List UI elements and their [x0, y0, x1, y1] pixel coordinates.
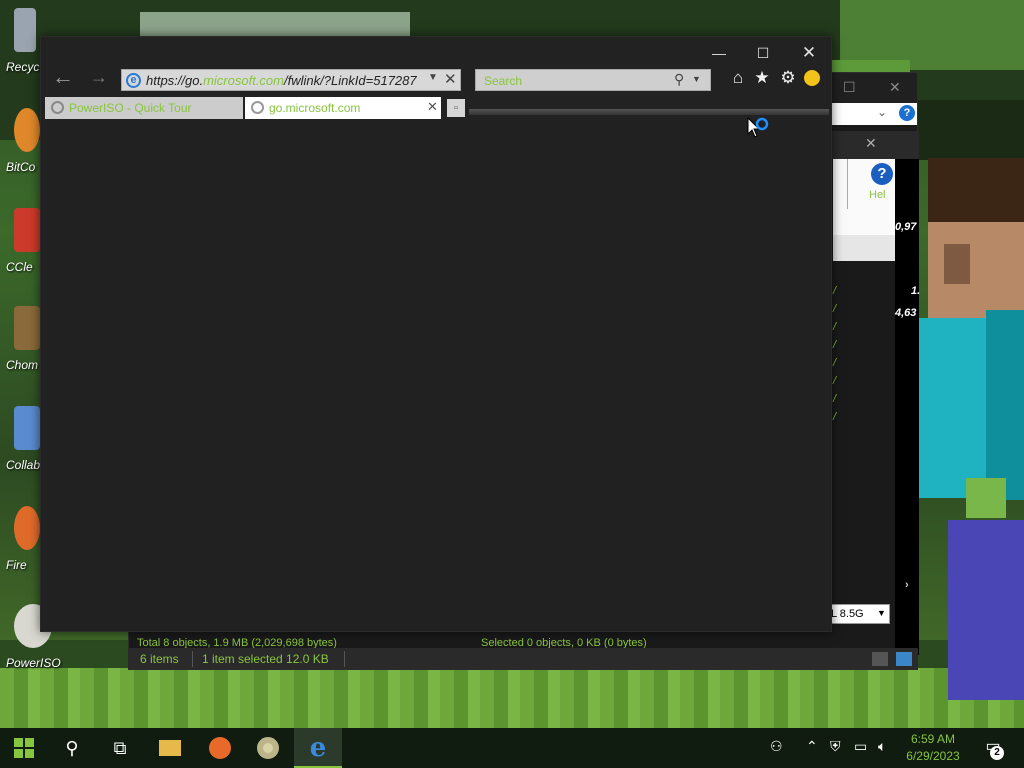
ribbon-footer [833, 235, 895, 261]
recycle-bin-icon [14, 8, 36, 52]
busy-cursor-icon [747, 116, 769, 138]
side-value: 0,97 [895, 221, 917, 233]
security-shield-icon[interactable]: ⛨ [830, 738, 841, 755]
help-icon[interactable]: ? [899, 105, 915, 121]
chomikbox-icon [14, 306, 40, 350]
explorer-status-bar: 6 items 1 item selected 12.0 KB [128, 648, 918, 670]
tab-label: PowerISO - Quick Tour [69, 101, 192, 115]
list-marker: / [833, 339, 837, 351]
chevron-down-icon[interactable]: ⌄ [877, 105, 887, 119]
search-box[interactable]: Search ⚲ ▼ [475, 69, 711, 91]
minimize-button[interactable]: — [697, 41, 741, 65]
url-domain: microsoft.com [203, 73, 284, 88]
selection-info: 1 item selected 12.0 KB [202, 652, 329, 666]
forward-arrow-icon[interactable]: → [85, 65, 113, 89]
list-marker: / [833, 357, 837, 369]
search-placeholder: Search [484, 74, 523, 88]
side-value: 4,63 [895, 307, 917, 319]
chevron-down-icon[interactable]: ▼ [692, 74, 701, 84]
collab-icon [14, 406, 40, 450]
people-icon[interactable]: ⚇ [770, 738, 783, 755]
task-view-icon[interactable]: ⧉ [96, 728, 144, 768]
large-icons-view-icon[interactable] [896, 652, 912, 666]
tab-bar: PowerISO - Quick Tour go.microsoft.com ✕… [43, 97, 829, 119]
close-tab-icon[interactable]: ✕ [427, 99, 438, 115]
help-label[interactable]: Hel [869, 189, 886, 201]
ribbon-panel: ? Hel [833, 159, 895, 235]
chevron-down-icon: ▼ [877, 608, 886, 618]
gear-icon[interactable]: ⚙ [777, 67, 799, 89]
page-icon [51, 101, 64, 114]
close-icon[interactable]: ✕ [865, 135, 877, 152]
internet-explorer-icon[interactable]: e [294, 728, 342, 768]
loading-progress-bar [469, 109, 829, 115]
page-content[interactable] [41, 121, 831, 631]
desktop-icon-label: PowerISO [6, 656, 61, 670]
drive-select-value: L 8.5G [831, 608, 864, 620]
ccleaner-icon [14, 208, 40, 252]
tab-label: go.microsoft.com [269, 101, 361, 115]
url-prefix: https://go. [146, 73, 204, 88]
file-explorer-icon[interactable] [146, 728, 194, 768]
details-view-icon[interactable] [872, 652, 888, 666]
list-marker: / [833, 393, 837, 405]
side-value: 1. [911, 285, 921, 297]
maximize-icon[interactable]: ☐ [843, 79, 856, 96]
list-marker: / [833, 285, 837, 297]
items-count: 6 items [140, 652, 179, 666]
taskbar: ⚲ ⧉ e ⚇ ⌃ ⛨ ▭ 🔈︎ 6:59 AM 6/29/2023 ▭ 2 [0, 728, 1024, 768]
background-address-field[interactable]: ⌄ ? [829, 103, 917, 125]
drive-select[interactable]: L 8.5G ▼ [828, 604, 890, 624]
close-icon[interactable]: ✕ [889, 79, 901, 96]
chevron-down-icon[interactable]: ▼ [428, 72, 438, 83]
help-icon[interactable]: ? [871, 163, 893, 185]
tab-poweriso[interactable]: PowerISO - Quick Tour [45, 97, 243, 119]
clock-time: 6:59 AM [910, 732, 956, 746]
firefox-icon [14, 506, 40, 550]
network-icon[interactable]: ▭ [854, 738, 867, 755]
clock-date: 6/29/2023 [906, 749, 960, 763]
maximize-button[interactable]: ☐ [741, 41, 785, 65]
internet-explorer-window: — ☐ ✕ ← → e https://go.microsoft.com/fwl… [40, 36, 832, 632]
chevron-right-icon[interactable]: › [905, 579, 909, 591]
smiley-feedback-icon[interactable] [801, 67, 823, 89]
tab-go-microsoft[interactable]: go.microsoft.com ✕ [245, 97, 441, 119]
volume-muted-icon[interactable]: 🔈︎ [878, 738, 886, 755]
list-marker: / [833, 411, 837, 423]
close-button[interactable]: ✕ [787, 41, 831, 65]
search-icon[interactable]: ⚲ [674, 71, 684, 88]
ie-logo-icon: e [126, 73, 141, 88]
address-bar[interactable]: e https://go.microsoft.com/fwlink/?LinkI… [121, 69, 461, 91]
notification-count-badge: 2 [990, 746, 1004, 760]
firefox-icon[interactable] [196, 728, 244, 768]
list-marker: / [833, 375, 837, 387]
url-path: /fwlink/?LinkId=517287 [284, 73, 417, 88]
home-icon[interactable]: ⌂ [727, 67, 749, 89]
new-tab-button[interactable]: ▫ [447, 99, 465, 117]
status-divider [344, 651, 345, 667]
list-marker: / [833, 303, 837, 315]
loading-spinner-icon [251, 101, 264, 114]
ribbon-divider [847, 159, 848, 209]
favorites-star-icon[interactable]: ★ [751, 67, 773, 89]
windows-logo-icon [14, 738, 34, 758]
clock[interactable]: 6:59 AM 6/29/2023 [892, 731, 974, 765]
back-arrow-icon[interactable]: ← [49, 65, 77, 89]
column-values: 0,97 1. 4,63 › [895, 159, 921, 655]
start-button[interactable] [0, 728, 48, 768]
search-icon[interactable]: ⚲ [48, 728, 96, 768]
stop-icon[interactable]: ✕ [444, 70, 457, 88]
poweriso-disc-icon[interactable] [244, 728, 292, 768]
chevron-up-icon[interactable]: ⌃ [806, 738, 818, 755]
status-divider [192, 651, 193, 667]
address-url[interactable]: https://go.microsoft.com/fwlink/?LinkId=… [146, 73, 426, 88]
bitcomet-icon [14, 108, 40, 152]
background-subwindow-titlebar: ✕ [829, 131, 919, 159]
list-marker: / [833, 321, 837, 333]
